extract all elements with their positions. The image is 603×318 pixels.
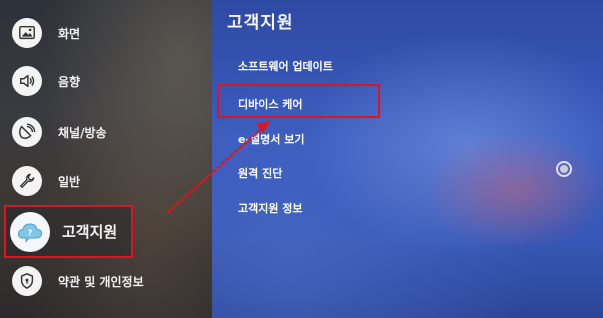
sidebar-item-picture[interactable]: 화면	[12, 18, 80, 48]
radio-indicator	[560, 165, 568, 173]
support-panel: 고객지원 소프트웨어 업데이트 디바이스 케어 e-설명서 보기 원격 진단 고…	[212, 0, 603, 318]
menu-item-remote-diagnosis[interactable]: 원격 진단	[238, 165, 282, 181]
picture-icon	[12, 18, 42, 48]
sidebar-item-label: 화면	[58, 26, 81, 41]
sidebar-item-label: 음향	[58, 74, 81, 89]
support-cloud-icon: ?	[10, 211, 50, 252]
sidebar-item-label: 채널/방송	[58, 125, 107, 140]
sidebar-item-general[interactable]: 일반	[12, 166, 80, 196]
wrench-icon	[12, 166, 42, 196]
panel-title: 고객지원	[227, 13, 294, 33]
sidebar-item-label: 약관 및 개인정보	[58, 274, 144, 289]
svg-text:?: ?	[28, 228, 33, 237]
speaker-icon	[12, 66, 42, 96]
shield-lock-icon	[12, 266, 42, 296]
sidebar-item-label: 일반	[58, 174, 81, 189]
sidebar-item-sound[interactable]: 음향	[12, 66, 80, 96]
menu-item-e-manual[interactable]: e-설명서 보기	[238, 131, 304, 147]
sidebar-item-support[interactable]: ? 고객지원	[4, 205, 133, 258]
sidebar-item-label: 고객지원	[62, 223, 118, 241]
device-care-highlight	[217, 84, 380, 118]
settings-sidebar: 화면 음향 채널/방송 일반 ? 고객지원 약관 및 개인정보	[0, 0, 212, 318]
remote-diagnosis-radio[interactable]	[556, 161, 572, 177]
satellite-icon	[12, 117, 42, 147]
menu-item-support-info[interactable]: 고객지원 정보	[238, 200, 303, 216]
menu-item-software-update[interactable]: 소프트웨어 업데이트	[238, 58, 333, 74]
sidebar-item-terms[interactable]: 약관 및 개인정보	[12, 266, 144, 296]
sidebar-item-channel[interactable]: 채널/방송	[12, 117, 107, 147]
